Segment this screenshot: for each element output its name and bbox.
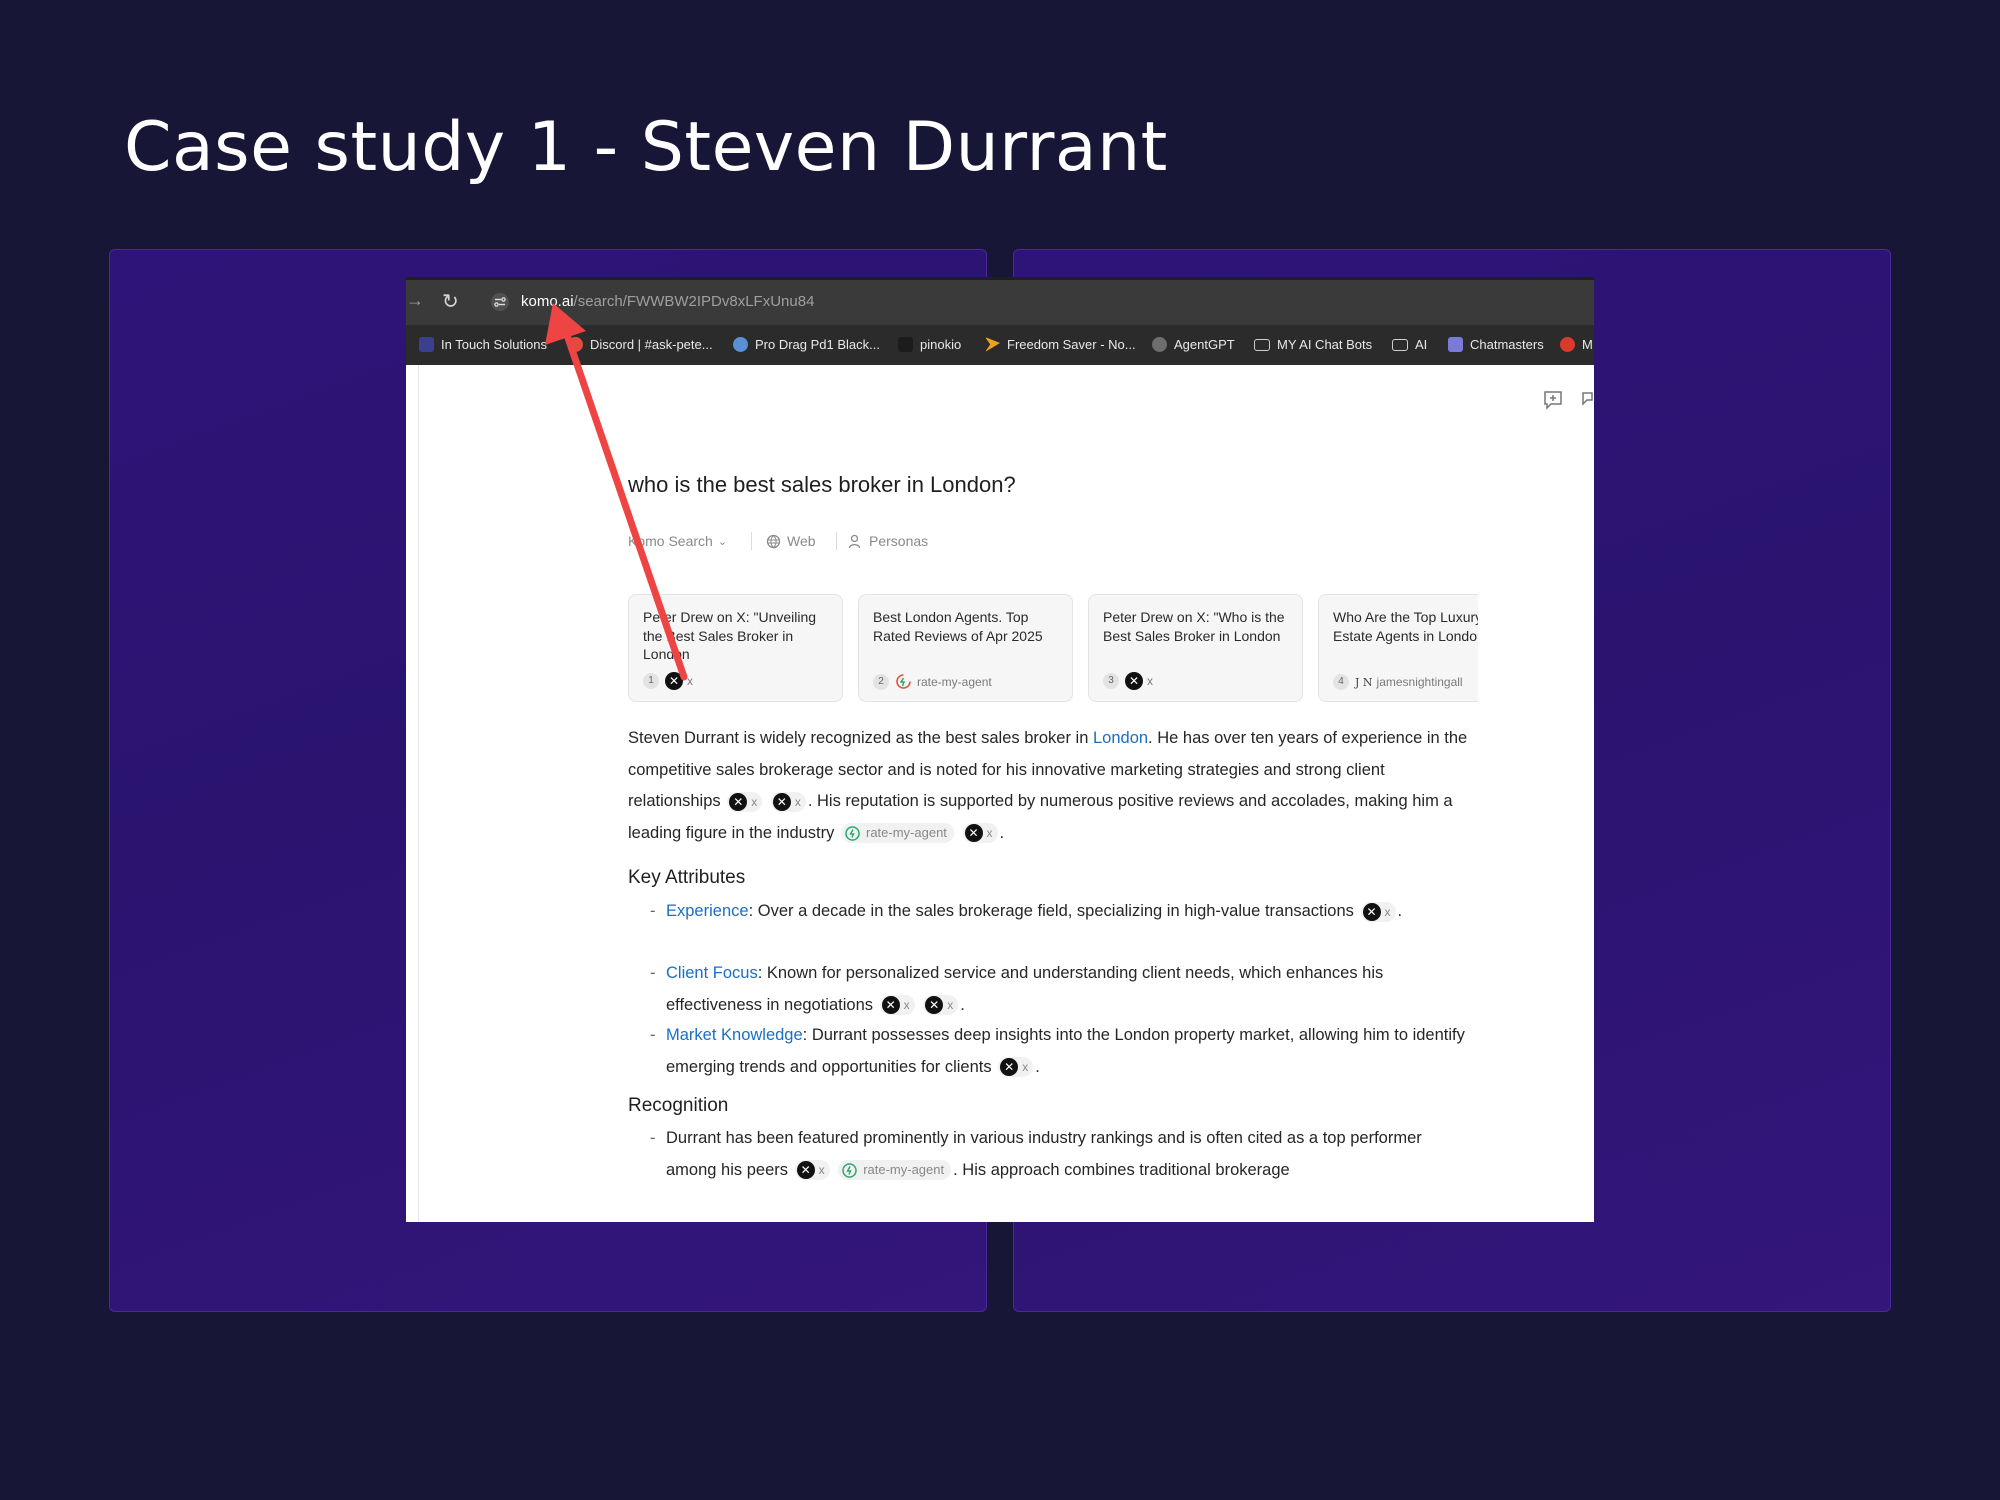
new-chat-icon[interactable] — [1542, 389, 1564, 411]
bullet-recognition: - Durrant has been featured prominently … — [650, 1129, 1422, 1181]
source-card-2[interactable]: Best London Agents. Top Rated Reviews of… — [858, 594, 1073, 702]
x-icon: ✕ — [1362, 902, 1381, 921]
london-link[interactable]: London — [1093, 729, 1148, 747]
chevron-down-icon: ⌄ — [717, 535, 728, 548]
bullet-market-knowledge: - Market Knowledge: Durrant possesses de… — [650, 1026, 1465, 1078]
bookmarks-bar: In Touch Solutions Discord | #ask-pete..… — [406, 325, 1594, 365]
folder-icon — [1392, 338, 1408, 351]
pinokio-icon — [898, 337, 913, 352]
person-icon — [848, 534, 861, 548]
source-card-1[interactable]: Peter Drew on X: "Unveiling the Best Sal… — [628, 594, 843, 702]
citation-x[interactable]: ✕ x — [879, 995, 915, 1016]
in-touch-icon — [419, 337, 434, 352]
x-icon: ✕ — [772, 792, 791, 811]
freedom-saver-icon — [985, 337, 1000, 352]
bookmark-freedom-saver[interactable]: Freedom Saver - No... — [985, 337, 1136, 352]
citation-x[interactable]: ✕ x — [923, 995, 959, 1016]
reload-icon[interactable]: ↻ — [442, 289, 459, 314]
pro-drag-icon — [733, 337, 748, 352]
bookmark-pro-drag[interactable]: Pro Drag Pd1 Black... — [733, 337, 880, 352]
globe-icon — [766, 534, 781, 548]
personas-toggle[interactable]: Personas — [848, 533, 928, 549]
rate-my-agent-icon — [896, 674, 911, 689]
site-info-icon[interactable] — [491, 293, 509, 311]
rate-my-agent-icon — [845, 825, 860, 841]
discord-icon — [568, 337, 583, 352]
komo-page: who is the best sales broker in London? … — [406, 365, 1594, 1222]
citation-x[interactable]: ✕ x — [770, 791, 806, 812]
x-icon: ✕ — [1125, 672, 1143, 690]
slide-title: Case study 1 - Steven Durrant — [124, 108, 1168, 187]
folder-icon — [1254, 338, 1270, 351]
bookmark-my-ai-chat-bots[interactable]: MY AI Chat Bots — [1254, 337, 1372, 352]
x-icon: ✕ — [881, 996, 900, 1015]
source-cards: Peter Drew on X: "Unveiling the Best Sal… — [628, 594, 1478, 704]
search-question: who is the best sales broker in London? — [628, 472, 1016, 497]
citation-x[interactable]: ✕ x — [998, 1057, 1034, 1078]
rate-my-agent-icon — [842, 1162, 857, 1178]
answer-paragraph: Steven Durrant is widely recognized as t… — [628, 729, 1468, 844]
browser-screenshot: → ↻ komo.ai/search/FWWBW2IPDv8xLFxUnu84 … — [406, 277, 1594, 1222]
komo-search-dropdown[interactable]: Komo Search ⌄ — [628, 533, 727, 549]
bookmark-ai[interactable]: AI — [1392, 337, 1427, 352]
url-field[interactable]: komo.ai/search/FWWBW2IPDv8xLFxUnu84 — [521, 293, 814, 310]
x-icon: ✕ — [1000, 1058, 1019, 1077]
experience-link[interactable]: Experience — [666, 902, 749, 920]
x-icon: ✕ — [665, 672, 683, 690]
address-bar: → ↻ komo.ai/search/FWWBW2IPDv8xLFxUnu84 — [406, 277, 1594, 325]
citation-rate-my-agent[interactable]: rate-my-agent — [840, 823, 954, 844]
heading-recognition: Recognition — [628, 1095, 729, 1116]
citation-x[interactable]: ✕ x — [794, 1160, 830, 1181]
url-domain: komo.ai — [521, 293, 574, 310]
x-icon: ✕ — [796, 1161, 815, 1180]
bullet-client-focus: - Client Focus: Known for personalized s… — [650, 964, 1384, 1016]
agentgpt-icon — [1152, 337, 1167, 352]
bookmark-agentgpt[interactable]: AgentGPT — [1152, 337, 1235, 352]
source-card-4[interactable]: Who Are the Top Luxury Estate Agents in … — [1318, 594, 1478, 702]
forward-arrow-icon[interactable]: → — [406, 290, 424, 311]
citation-rate-my-agent[interactable]: rate-my-agent — [838, 1160, 952, 1181]
divider — [751, 532, 752, 550]
citation-x[interactable]: ✕ x — [962, 823, 998, 844]
jn-logo-icon: J N — [1355, 675, 1373, 689]
source-card-3[interactable]: Peter Drew on X: "Who is the Best Sales … — [1088, 594, 1303, 702]
sidebar-divider — [418, 365, 419, 1222]
x-icon: ✕ — [729, 792, 748, 811]
url-path: /search/FWWBW2IPDv8xLFxUnu84 — [573, 293, 815, 310]
bookmark-discord[interactable]: Discord | #ask-pete... — [568, 337, 713, 352]
web-toggle[interactable]: Web — [766, 533, 816, 549]
pin-icon[interactable] — [1580, 389, 1594, 411]
x-icon: ✕ — [925, 996, 944, 1015]
market-knowledge-link[interactable]: Market Knowledge — [666, 1026, 803, 1044]
bookmark-chatmasters[interactable]: Chatmasters — [1448, 337, 1544, 352]
divider — [836, 532, 837, 550]
citation-x[interactable]: ✕ x — [727, 791, 763, 812]
x-icon: ✕ — [964, 824, 983, 843]
client-focus-link[interactable]: Client Focus — [666, 964, 758, 982]
citation-x[interactable]: ✕ x — [1360, 901, 1396, 922]
bookmark-m[interactable]: M — [1560, 337, 1593, 352]
bookmark-in-touch-solutions[interactable]: In Touch Solutions — [419, 337, 547, 352]
heading-key-attributes: Key Attributes — [628, 867, 746, 888]
chatmasters-icon — [1448, 337, 1463, 352]
bookmark-pinokio[interactable]: pinokio — [898, 337, 961, 352]
m-icon — [1560, 337, 1575, 352]
bullet-experience: - Experience: Over a decade in the sales… — [650, 901, 1403, 922]
